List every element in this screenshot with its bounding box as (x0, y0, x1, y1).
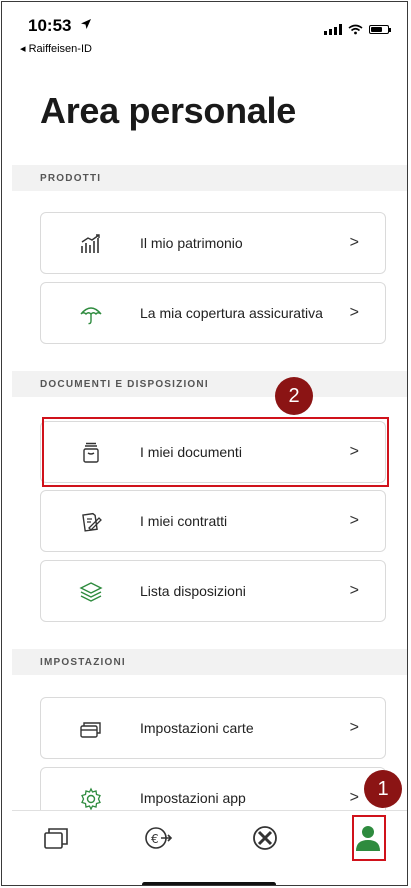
status-time: 10:53 (28, 16, 72, 35)
payments-tab-icon[interactable]: € (143, 823, 173, 853)
chevron-right-icon: > (349, 582, 359, 599)
bottom-tab-bar: € (12, 810, 407, 885)
umbrella-icon (80, 307, 102, 325)
chevron-right-icon: > (349, 719, 359, 736)
menu-item-lista-disposizioni[interactable]: Lista disposizioni > (40, 560, 386, 622)
cards-tab-icon[interactable] (42, 823, 72, 853)
menu-item-label: I miei contratti (140, 513, 228, 529)
signal-icon (324, 24, 342, 35)
status-icons (324, 24, 391, 35)
menu-item-copertura-assicurativa[interactable]: La mia copertura assicurativa > (40, 282, 386, 344)
step-badge-2: 2 (275, 377, 313, 415)
contract-sign-icon (82, 512, 102, 532)
menu-item-label: Il mio patrimonio (140, 235, 243, 251)
chevron-right-icon: > (349, 234, 359, 251)
highlight-box-documenti (42, 417, 389, 487)
chevron-right-icon: > (349, 789, 359, 806)
menu-item-label: La mia copertura assicurativa (140, 305, 323, 321)
chevron-right-icon: > (349, 512, 359, 529)
gear-icon (81, 787, 101, 811)
menu-item-label: Impostazioni carte (140, 720, 254, 736)
layers-icon (79, 582, 103, 602)
battery-icon (369, 25, 391, 34)
menu-item-il-mio-patrimonio[interactable]: Il mio patrimonio > (40, 212, 386, 274)
menu-item-impostazioni-carte[interactable]: Impostazioni carte > (40, 697, 386, 759)
svg-text:€: € (151, 832, 159, 846)
section-header-prodotti: PRODOTTI (12, 165, 407, 191)
section-header-impostazioni: IMPOSTAZIONI (12, 649, 407, 675)
cards-icon (80, 722, 101, 738)
chevron-right-icon: > (349, 304, 359, 321)
raiffeisen-tab-icon[interactable] (250, 823, 280, 853)
menu-item-label: Lista disposizioni (140, 583, 246, 599)
back-to-app-link[interactable]: ◂ Raiffeisen-ID (20, 42, 92, 55)
location-arrow-icon (81, 19, 91, 29)
app-screen: 10:53 ◂ Raiffeisen-ID Area personale PRO… (1, 1, 408, 886)
home-indicator (142, 882, 276, 885)
step-badge-1: 1 (364, 770, 402, 808)
menu-item-label: Impostazioni app (140, 790, 246, 806)
chart-growth-icon (81, 234, 100, 253)
section-header-documenti: DOCUMENTI E DISPOSIZIONI (12, 371, 407, 397)
highlight-box-profile (352, 815, 386, 861)
menu-item-i-miei-contratti[interactable]: I miei contratti > (40, 490, 386, 552)
page-title: Area personale (40, 90, 296, 131)
wifi-icon (348, 24, 363, 35)
